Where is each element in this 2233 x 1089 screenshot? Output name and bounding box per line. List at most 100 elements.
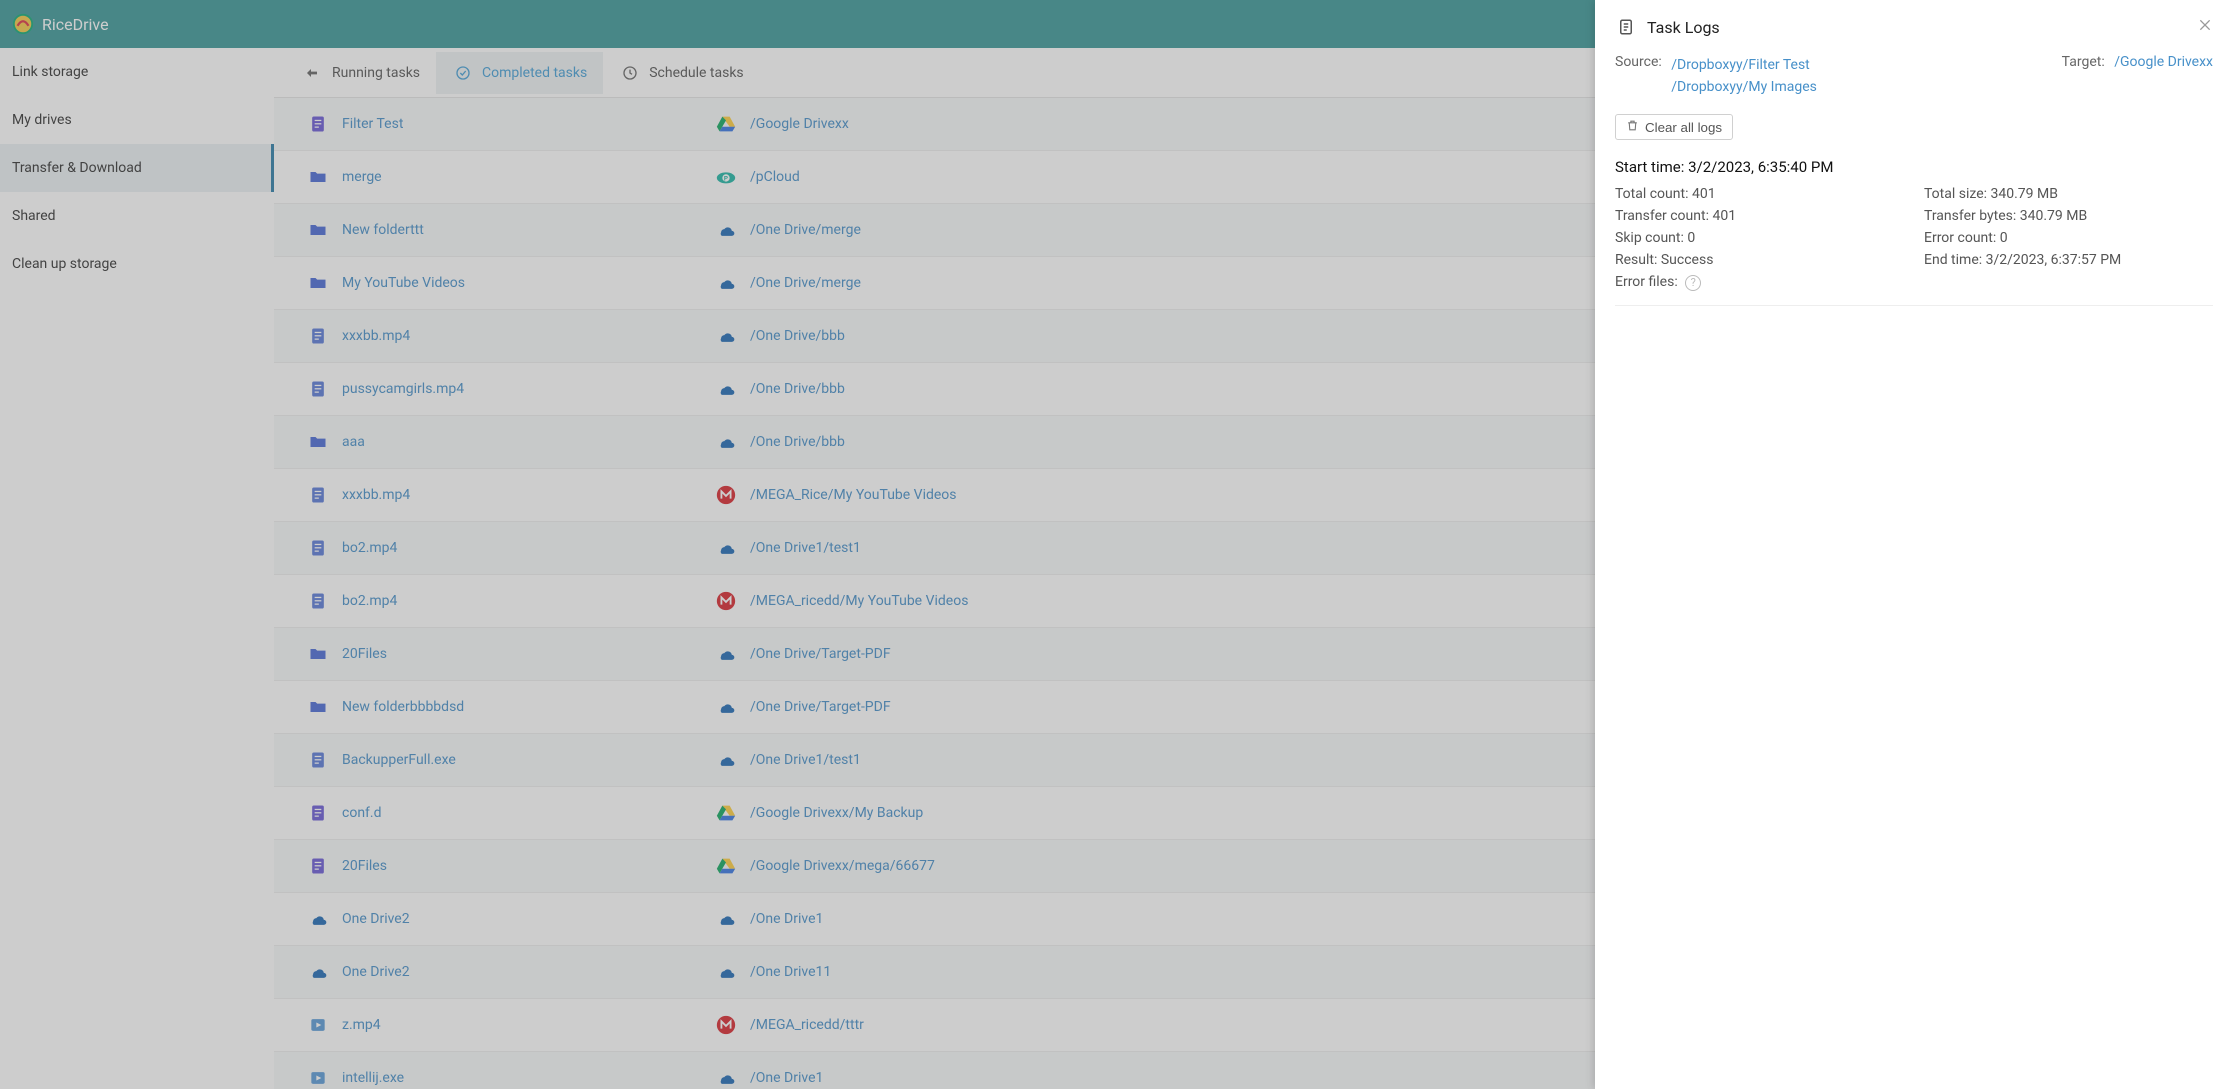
document-icon <box>1615 16 1637 38</box>
source-link-2[interactable]: /Dropboxyy/My Images <box>1671 76 1817 98</box>
source-type-icon <box>307 378 329 400</box>
tab-label: Schedule tasks <box>649 65 743 81</box>
clear-logs-label: Clear all logs <box>1645 120 1722 135</box>
source-target-row: Source: /Dropboxyy/Filter Test /Dropboxy… <box>1615 50 2213 108</box>
tab-label: Running tasks <box>332 65 420 81</box>
result-label: Result: <box>1615 252 1657 268</box>
source-type-icon <box>307 908 329 930</box>
end-time-label: End time: <box>1924 252 1982 268</box>
source-name[interactable]: 20Files <box>342 858 702 874</box>
brand-wrap: RiceDrive <box>12 13 109 35</box>
clear-logs-button[interactable]: Clear all logs <box>1615 114 1733 140</box>
source-type-icon <box>307 1014 329 1036</box>
transfer-count-label: Transfer count: <box>1615 208 1709 224</box>
tab-running-tasks[interactable]: Running tasks <box>286 52 436 94</box>
brand-logo-icon <box>12 13 34 35</box>
source-name[interactable]: New folderttt <box>342 222 702 238</box>
target-provider-icon: P <box>715 166 737 188</box>
target-provider-icon <box>715 1067 737 1089</box>
skip-count-value: 0 <box>1687 230 1695 246</box>
source-name[interactable]: One Drive2 <box>342 911 702 927</box>
source-type-icon <box>307 1067 329 1089</box>
target-provider-icon <box>715 537 737 559</box>
target-provider-icon <box>715 1014 737 1036</box>
transfer-bytes-label: Transfer bytes: <box>1924 208 2016 224</box>
target-provider-icon <box>715 802 737 824</box>
target-provider-icon <box>715 113 737 135</box>
source-name[interactable]: merge <box>342 169 702 185</box>
source-type-icon <box>307 272 329 294</box>
source-type-icon <box>307 431 329 453</box>
result-value: Success <box>1661 252 1714 268</box>
start-time-line: Start time: 3/2/2023, 6:35:40 PM <box>1615 158 2213 176</box>
source-name[interactable]: New folderbbbbdsd <box>342 699 702 715</box>
target-link[interactable]: /Google Drivexx <box>2114 54 2213 70</box>
task-logs-panel: Task Logs Source: /Dropboxyy/Filter Test… <box>1595 0 2233 1089</box>
stats-grid: Total count: 401 Total size: 340.79 MB T… <box>1615 186 2213 306</box>
trash-icon <box>1626 119 1639 135</box>
source-type-icon <box>307 484 329 506</box>
target-provider-icon <box>715 961 737 983</box>
total-count-label: Total count: <box>1615 186 1688 202</box>
target-provider-icon <box>715 749 737 771</box>
target-label: Target: <box>2062 54 2105 70</box>
source-name[interactable]: pussycamgirls.mp4 <box>342 381 702 397</box>
source-name[interactable]: aaa <box>342 434 702 450</box>
help-icon[interactable]: ? <box>1685 275 1701 291</box>
brand-title: RiceDrive <box>42 15 109 34</box>
panel-title: Task Logs <box>1647 18 2187 37</box>
svg-text:P: P <box>724 175 728 183</box>
error-files-label: Error files: <box>1615 274 1678 290</box>
target-provider-icon <box>715 325 737 347</box>
start-time-label: Start time: <box>1615 158 1684 176</box>
sidebar-item-transfer-download[interactable]: Transfer & Download <box>0 144 274 192</box>
source-type-icon <box>307 166 329 188</box>
source-name[interactable]: My YouTube Videos <box>342 275 702 291</box>
target-provider-icon <box>715 590 737 612</box>
source-type-icon <box>307 961 329 983</box>
source-link-1[interactable]: /Dropboxyy/Filter Test <box>1671 54 1817 76</box>
source-name[interactable]: bo2.mp4 <box>342 540 702 556</box>
target-provider-icon <box>715 643 737 665</box>
tab-completed-tasks[interactable]: Completed tasks <box>436 52 603 94</box>
source-type-icon <box>307 749 329 771</box>
transfer-count-value: 401 <box>1712 208 1736 224</box>
source-name[interactable]: One Drive2 <box>342 964 702 980</box>
target-provider-icon <box>715 219 737 241</box>
source-type-icon <box>307 802 329 824</box>
source-name[interactable]: BackupperFull.exe <box>342 752 702 768</box>
sidebar-item-shared[interactable]: Shared <box>0 192 274 240</box>
sidebar-item-link-storage[interactable]: Link storage <box>0 48 274 96</box>
target-provider-icon <box>715 484 737 506</box>
source-name[interactable]: conf.d <box>342 805 702 821</box>
total-size-value: 340.79 MB <box>1991 186 2058 202</box>
source-type-icon <box>307 590 329 612</box>
skip-count-label: Skip count: <box>1615 230 1684 246</box>
source-name[interactable]: z.mp4 <box>342 1017 702 1033</box>
tab-icon <box>452 62 474 84</box>
sidebar-item-clean-up-storage[interactable]: Clean up storage <box>0 240 274 288</box>
source-type-icon <box>307 537 329 559</box>
left-sidebar: Link storageMy drivesTransfer & Download… <box>0 48 274 1089</box>
source-name[interactable]: bo2.mp4 <box>342 593 702 609</box>
source-type-icon <box>307 219 329 241</box>
tab-schedule-tasks[interactable]: Schedule tasks <box>603 52 759 94</box>
target-provider-icon <box>715 431 737 453</box>
source-name[interactable]: 20Files <box>342 646 702 662</box>
source-name[interactable]: xxxbb.mp4 <box>342 328 702 344</box>
source-type-icon <box>307 113 329 135</box>
source-name[interactable]: xxxbb.mp4 <box>342 487 702 503</box>
error-count-label: Error count: <box>1924 230 1996 246</box>
total-size-label: Total size: <box>1924 186 1987 202</box>
source-label: Source: <box>1615 54 1662 70</box>
tab-label: Completed tasks <box>482 65 587 81</box>
source-name[interactable]: Filter Test <box>342 116 702 132</box>
source-type-icon <box>307 643 329 665</box>
start-time-value: 3/2/2023, 6:35:40 PM <box>1688 158 1833 176</box>
target-provider-icon <box>715 378 737 400</box>
source-name[interactable]: intellij.exe <box>342 1070 702 1086</box>
tab-icon <box>302 62 324 84</box>
close-icon[interactable] <box>2197 17 2213 37</box>
source-type-icon <box>307 696 329 718</box>
sidebar-item-my-drives[interactable]: My drives <box>0 96 274 144</box>
